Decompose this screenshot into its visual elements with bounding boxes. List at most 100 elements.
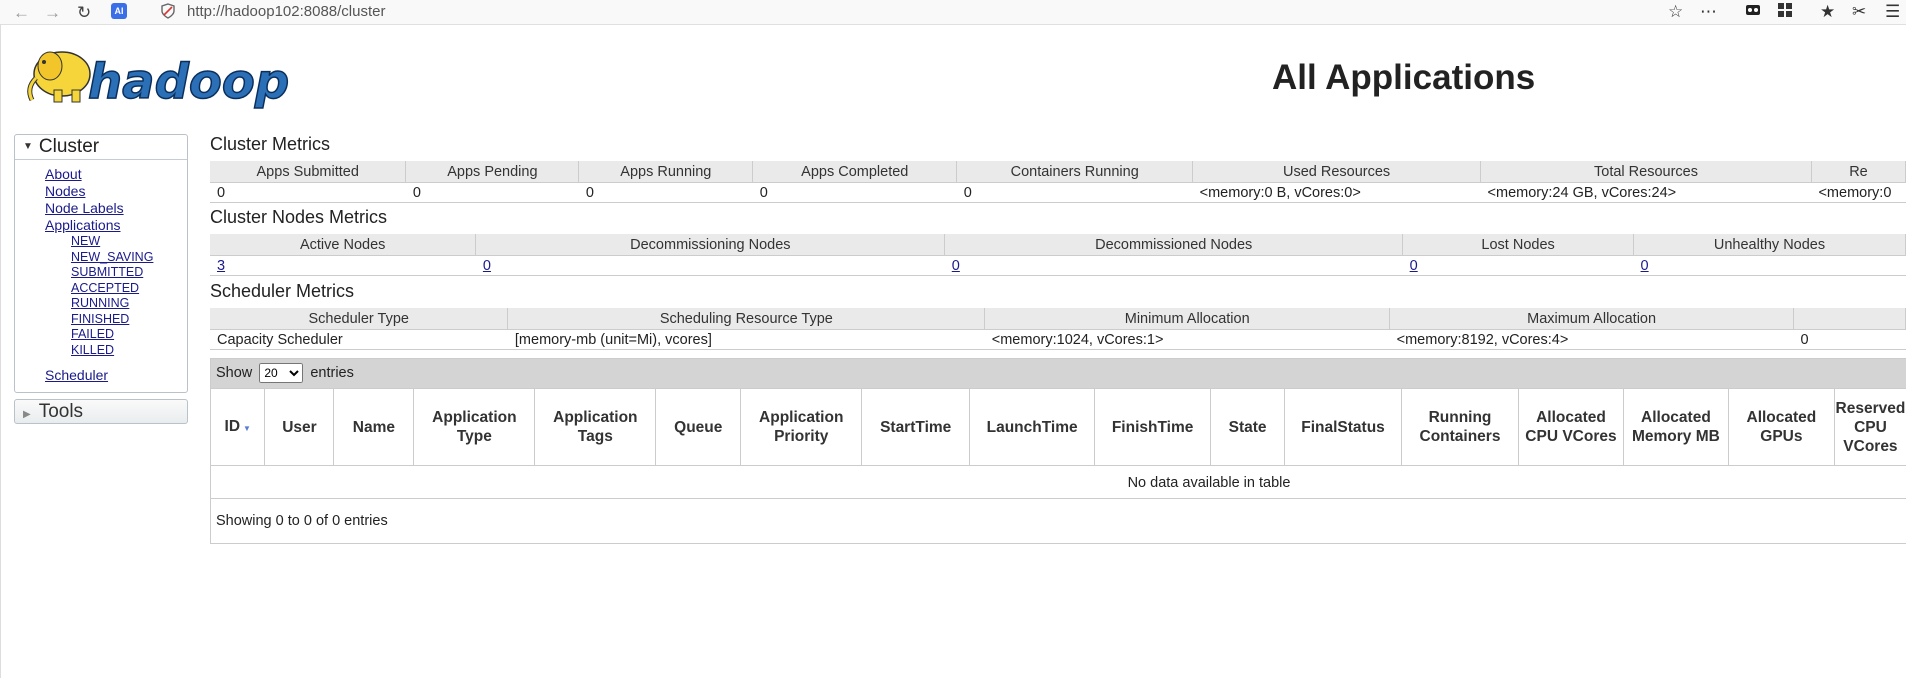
app-state-accepted[interactable]: ACCEPTED (71, 281, 187, 297)
metric-value: 0 (405, 182, 579, 203)
app-state-failed[interactable]: FAILED (71, 327, 187, 343)
hadoop-logo[interactable]: hadoop (18, 38, 318, 112)
metric-value: 0 (1793, 329, 1906, 350)
more-icon[interactable]: ⋯ (1700, 2, 1717, 22)
app-state-running[interactable]: RUNNING (71, 296, 187, 312)
column-header-id[interactable]: ID ▼ (211, 388, 266, 465)
app-state-submitted[interactable]: SUBMITTED (71, 265, 187, 281)
tools-menu-header[interactable]: ▶ Tools (14, 399, 188, 424)
metric-value: 0 (210, 182, 406, 203)
column-label: ID (224, 417, 241, 435)
metric-header: Lost Nodes (1402, 234, 1635, 256)
column-header-application-type[interactable]: Application Type (413, 388, 536, 465)
entries-label: entries (310, 365, 354, 381)
column-header-starttime[interactable]: StartTime (861, 388, 971, 465)
metric-value: 0 (578, 182, 753, 203)
logo-text: hadoop (88, 54, 289, 110)
sidebar: ▼ Cluster About Nodes Node Labels Applica… (14, 134, 188, 424)
column-header-running-containers[interactable]: Running Containers (1401, 388, 1519, 465)
cluster-metrics-table: Apps Submitted Apps Pending Apps Running… (210, 161, 1906, 203)
metric-header: Used Resources (1192, 161, 1482, 183)
show-label: Show (216, 365, 253, 381)
column-header-name[interactable]: Name (333, 388, 415, 465)
scheduler-metrics-values-row: Capacity Scheduler [memory-mb (unit=Mi),… (210, 329, 1906, 350)
app-state-new-saving[interactable]: NEW_SAVING (71, 250, 187, 266)
metric-value: <memory:0 B, vCores:0> (1192, 182, 1481, 203)
collapsed-triangle-icon: ▶ (23, 409, 31, 420)
decommissioned-nodes-link[interactable]: 0 (952, 258, 960, 274)
cluster-metrics-title: Cluster Metrics (210, 134, 331, 154)
column-header-finalstatus[interactable]: FinalStatus (1284, 388, 1403, 465)
browser-toolbar: ← → ↻ AI http://hadoop102:8088/cluster ☆… (0, 0, 1906, 25)
column-header-allocated-cpu-vcores[interactable]: Allocated CPU VCores (1518, 388, 1624, 465)
ai-extension-icon[interactable]: AI (111, 3, 127, 19)
metric-header: Total Resources (1480, 161, 1812, 183)
page-size-bar: Show 20 entries (211, 359, 1906, 388)
metric-header: Apps Pending (405, 161, 580, 183)
back-icon[interactable]: ← (13, 3, 30, 23)
page-title: All Applications (1272, 58, 1536, 97)
page-size-select[interactable]: 20 (259, 363, 304, 383)
column-header-queue[interactable]: Queue (655, 388, 742, 465)
column-header-application-priority[interactable]: Application Priority (740, 388, 863, 465)
column-header-launchtime[interactable]: LaunchTime (969, 388, 1096, 465)
metric-header: Unhealthy Nodes (1633, 234, 1906, 256)
app-state-new[interactable]: NEW (71, 234, 187, 250)
column-header-allocated-gpus[interactable]: Allocated GPUs (1728, 388, 1835, 465)
applications-table-wrapper: Show 20 entries ID ▼ User Name Applicatio… (210, 358, 1906, 544)
app-state-killed[interactable]: KILLED (71, 343, 187, 359)
scheduler-metrics-title: Scheduler Metrics (210, 281, 355, 301)
reload-icon[interactable]: ↻ (77, 3, 91, 23)
column-header-application-tags[interactable]: Application Tags (534, 388, 657, 465)
nodes-metrics-table: Active Nodes Decommissioning Nodes Decom… (210, 234, 1906, 276)
bookmark-star-icon[interactable]: ☆ (1668, 2, 1683, 22)
sidebar-item-applications[interactable]: Applications (45, 217, 187, 234)
lost-nodes-link[interactable]: 0 (1410, 258, 1418, 274)
metric-header: Scheduler Type (210, 308, 509, 330)
metric-header: Maximum Allocation (1389, 308, 1795, 330)
address-bar[interactable]: http://hadoop102:8088/cluster (187, 3, 386, 20)
metric-value: <memory:24 GB, vCores:24> (1480, 182, 1812, 203)
applications-header-row: ID ▼ User Name Application Type Applicati… (211, 388, 1906, 465)
cluster-menu: ▼ Cluster About Nodes Node Labels Applica… (14, 134, 188, 393)
metric-header (1793, 308, 1906, 330)
metric-header: Containers Running (956, 161, 1194, 183)
metric-header: Apps Running (578, 161, 754, 183)
sidebar-item-scheduler[interactable]: Scheduler (45, 367, 187, 384)
metric-header: Decommissioning Nodes (475, 234, 946, 256)
decommissioning-nodes-link[interactable]: 0 (483, 258, 491, 274)
sort-descending-icon: ▼ (243, 423, 251, 433)
cluster-menu-header[interactable]: ▼ Cluster (15, 135, 187, 160)
column-header-user[interactable]: User (264, 388, 335, 465)
metric-header: Decommissioned Nodes (944, 234, 1404, 256)
metric-header: Minimum Allocation (984, 308, 1391, 330)
metric-value: 0 (956, 182, 1193, 203)
extensions-icon[interactable] (1745, 2, 1761, 23)
cluster-label: Cluster (38, 136, 100, 158)
menu-icon[interactable]: ☰ (1885, 2, 1900, 22)
app-state-finished[interactable]: FINISHED (71, 312, 187, 328)
site-security-icon[interactable] (160, 3, 176, 22)
grid-icon[interactable] (1777, 2, 1793, 23)
nodes-metrics-header-row: Active Nodes Decommissioning Nodes Decom… (210, 234, 1906, 256)
column-header-reserved-cpu-vcores[interactable]: Reserved CPU VCores (1834, 388, 1906, 465)
unhealthy-nodes-link[interactable]: 0 (1641, 258, 1649, 274)
active-nodes-link[interactable]: 3 (217, 258, 225, 274)
empty-table-message: No data available in table (211, 465, 1906, 499)
sidebar-item-node-labels[interactable]: Node Labels (45, 200, 187, 217)
table-info: Showing 0 to 0 of 0 entries (216, 513, 388, 529)
column-header-state[interactable]: State (1210, 388, 1286, 465)
favorites-icon[interactable]: ★ (1820, 2, 1835, 22)
nodes-metrics-values-row: 3 0 0 0 0 (210, 255, 1906, 276)
scheduler-metrics-header-row: Scheduler Type Scheduling Resource Type … (210, 308, 1906, 330)
nodes-metrics-title: Cluster Nodes Metrics (210, 207, 388, 227)
column-header-finishtime[interactable]: FinishTime (1094, 388, 1212, 465)
forward-icon[interactable]: → (44, 3, 61, 23)
sidebar-item-nodes[interactable]: Nodes (45, 183, 187, 200)
metric-value: <memory:0 (1811, 182, 1906, 203)
screenshot-icon[interactable]: ✂ (1852, 2, 1866, 22)
column-header-allocated-memory-mb[interactable]: Allocated Memory MB (1623, 388, 1729, 465)
metric-value: <memory:8192, vCores:4> (1389, 329, 1794, 350)
page-left-border (0, 24, 1, 678)
sidebar-item-about[interactable]: About (45, 166, 187, 183)
